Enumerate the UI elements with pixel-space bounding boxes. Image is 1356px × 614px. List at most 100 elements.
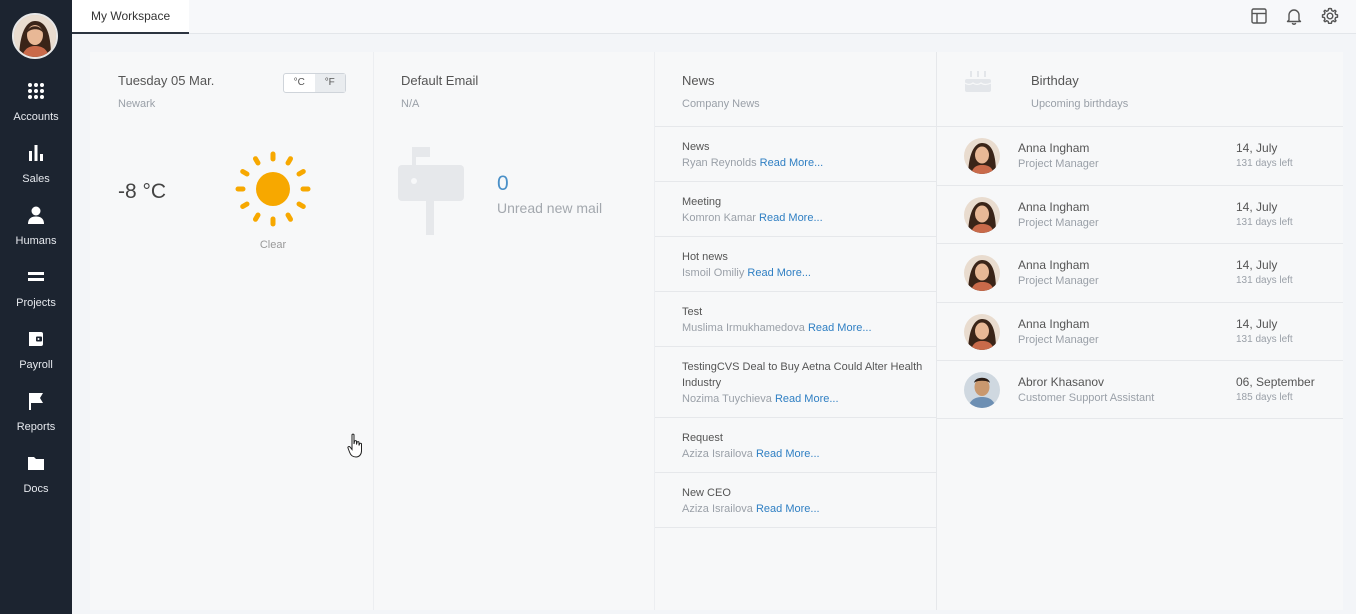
email-title: Default Email — [401, 73, 479, 88]
email-widget: Default Email N/A 0 Unread new mail — [374, 52, 655, 610]
person-name: Anna Ingham — [1018, 199, 1090, 214]
days-left: 131 days left — [1236, 275, 1293, 287]
read-more-link[interactable]: Read More... — [808, 322, 872, 334]
news-item-author: Nozima Tuychieva — [682, 393, 772, 405]
list-item: Anna Ingham Project Manager 14, July 131… — [937, 301, 1343, 361]
list-item: Request Aziza Israilova Read More... — [655, 417, 936, 462]
sidebar-item-label: Humans — [15, 235, 57, 247]
person-name: Abror Khasanov — [1018, 375, 1105, 390]
read-more-link[interactable]: Read More... — [747, 267, 811, 279]
avatar[interactable] — [964, 196, 1000, 233]
list-item: New CEO Aziza Israilova Read More... — [655, 472, 936, 528]
birthday-subtitle: Upcoming birthdays — [1031, 98, 1129, 110]
equals-icon — [28, 272, 44, 281]
person-name: Anna Ingham — [1018, 258, 1090, 273]
sidebar-item-humans[interactable]: Humans — [0, 205, 72, 267]
tab-my-workspace[interactable]: My Workspace — [72, 0, 189, 34]
gear-icon[interactable] — [1320, 6, 1340, 26]
weather-date: Tuesday 05 Mar. — [118, 73, 215, 88]
person-role: Project Manager — [1018, 275, 1099, 288]
read-more-link[interactable]: Read More... — [756, 503, 820, 515]
sidebar-item-sales[interactable]: Sales — [0, 143, 72, 205]
person-name: Anna Ingham — [1018, 141, 1090, 155]
layout-icon[interactable] — [1249, 6, 1269, 26]
unit-celsius-button[interactable]: °C — [284, 74, 315, 92]
news-item-title: TestingCVS Deal to Buy Aetna Could Alter… — [682, 361, 923, 389]
sidebar-item-payroll[interactable]: Payroll — [0, 329, 72, 391]
birthday-date: 14, July — [1236, 199, 1278, 214]
birthday-widget: Birthday Upcoming birthdays Anna Ingham … — [937, 52, 1343, 610]
mailbox-icon — [398, 147, 464, 235]
sidebar-item-projects[interactable]: Projects — [0, 267, 72, 329]
person-role: Project Manager — [1018, 158, 1099, 170]
sidebar-item-accounts[interactable]: Accounts — [0, 81, 72, 143]
news-item-author: Ryan Reynolds — [682, 157, 757, 169]
hand-cursor-icon — [347, 433, 362, 458]
top-bar: My Workspace — [72, 0, 1356, 34]
weather-condition: Clear — [259, 239, 287, 251]
sidebar-item-label: Payroll — [19, 359, 53, 371]
news-item-title: Request — [682, 432, 723, 444]
news-item-title: News — [682, 141, 710, 153]
birthday-cake-icon — [964, 71, 992, 92]
person-role: Customer Support Assistant — [1018, 392, 1155, 405]
avatar[interactable] — [964, 255, 1000, 292]
birthday-date: 06, September — [1236, 375, 1315, 390]
temperature-value: -8 °C — [118, 180, 167, 203]
workspace-board: Tuesday 05 Mar. Newark °C °F -8 °C Clear… — [90, 52, 1343, 610]
sidebar: Accounts Sales Humans Projects Payroll R… — [0, 0, 72, 614]
person-icon — [28, 206, 44, 224]
list-item: Hot news Ismoil Omiliy Read More... — [655, 236, 936, 281]
unit-fahrenheit-button[interactable]: °F — [314, 74, 345, 92]
list-item: Test Muslima Irmukhamedova Read More... — [655, 291, 936, 336]
person-name: Anna Ingham — [1018, 316, 1090, 331]
unread-mail-count[interactable]: 0 — [497, 172, 509, 196]
wallet-icon — [29, 332, 43, 346]
news-item-title: Hot news — [682, 251, 728, 263]
news-title: News — [682, 73, 715, 88]
unread-mail-label: Unread new mail — [497, 200, 603, 216]
avatar[interactable] — [964, 372, 1000, 409]
bar-chart-icon — [29, 145, 43, 161]
read-more-link[interactable]: Read More... — [760, 157, 824, 169]
bell-icon[interactable] — [1284, 6, 1304, 26]
days-left: 131 days left — [1236, 158, 1293, 169]
list-item: News Ryan Reynolds Read More... — [655, 126, 936, 171]
news-item-title: New CEO — [682, 487, 731, 499]
sidebar-item-label: Sales — [22, 173, 50, 185]
birthday-list: Anna Ingham Project Manager 14, July 131… — [937, 126, 1343, 419]
sidebar-item-reports[interactable]: Reports — [0, 391, 72, 453]
days-left: 131 days left — [1236, 333, 1293, 345]
read-more-link[interactable]: Read More... — [756, 448, 820, 460]
sun-icon — [235, 151, 311, 227]
birthday-title: Birthday — [1031, 73, 1079, 88]
sidebar-item-label: Accounts — [13, 111, 59, 123]
avatar[interactable] — [964, 138, 1000, 174]
sidebar-item-label: Reports — [16, 421, 56, 433]
read-more-link[interactable]: Read More... — [759, 212, 823, 224]
birthday-date: 14, July — [1236, 316, 1278, 331]
news-item-title: Meeting — [682, 196, 722, 208]
news-item-title: Test — [682, 306, 703, 318]
list-item: Anna Ingham Project Manager 14, July 131… — [937, 184, 1343, 244]
person-role: Project Manager — [1018, 216, 1099, 229]
list-item: Meeting Komron Kamar Read More... — [655, 181, 936, 226]
birthday-date: 14, July — [1236, 258, 1278, 273]
weather-city: Newark — [118, 98, 156, 110]
temperature-unit-toggle: °C °F — [283, 73, 346, 93]
news-list: News Ryan Reynolds Read More... Meeting … — [655, 126, 936, 528]
grid-icon — [28, 83, 44, 99]
user-avatar[interactable] — [12, 13, 58, 59]
news-subtitle: Company News — [682, 98, 760, 110]
news-item-author: Aziza Israilova — [682, 448, 753, 460]
birthday-date: 14, July — [1236, 141, 1278, 155]
sidebar-item-docs[interactable]: Docs — [0, 453, 72, 515]
read-more-link[interactable]: Read More... — [775, 393, 839, 405]
list-item: Abror Khasanov Customer Support Assistan… — [937, 360, 1343, 419]
days-left: 131 days left — [1236, 216, 1293, 228]
avatar[interactable] — [964, 313, 1000, 350]
news-item-author: Komron Kamar — [682, 212, 756, 224]
news-item-author: Ismoil Omiliy — [682, 267, 745, 279]
list-item: Anna Ingham Project Manager 14, July 131… — [937, 243, 1343, 302]
sidebar-item-label: Docs — [23, 483, 49, 495]
